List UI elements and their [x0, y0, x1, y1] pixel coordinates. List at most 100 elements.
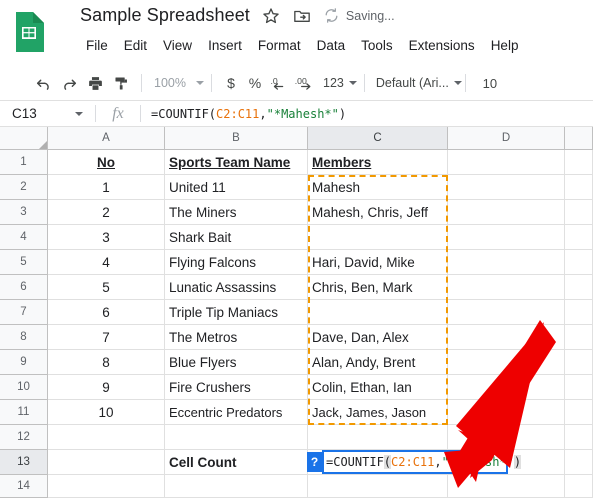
formula-help-badge[interactable]: ? — [307, 452, 322, 472]
cell-A7[interactable]: 6 — [48, 300, 165, 325]
menu-format[interactable]: Format — [250, 35, 309, 56]
cell-E3[interactable] — [565, 200, 593, 225]
cell-D10[interactable] — [448, 375, 565, 400]
cell-A8[interactable]: 7 — [48, 325, 165, 350]
cell-E14[interactable] — [565, 475, 593, 498]
cell-A10[interactable]: 9 — [48, 375, 165, 400]
cell-A14[interactable] — [48, 475, 165, 498]
cell-B6[interactable]: Lunatic Assassins — [165, 275, 308, 300]
cell-E8[interactable] — [565, 325, 593, 350]
menu-data[interactable]: Data — [309, 35, 354, 56]
font-size-input[interactable]: 10 — [473, 71, 507, 95]
row-header-8[interactable]: 8 — [0, 325, 48, 350]
menu-insert[interactable]: Insert — [200, 35, 250, 56]
cell-C14[interactable] — [308, 475, 448, 498]
menu-help[interactable]: Help — [483, 35, 527, 56]
cell-B7[interactable]: Triple Tip Maniacs — [165, 300, 308, 325]
cell-D2[interactable] — [448, 175, 565, 200]
cell-C10[interactable]: Colin, Ethan, Ian — [308, 375, 448, 400]
cell-E9[interactable] — [565, 350, 593, 375]
star-icon[interactable] — [261, 6, 281, 26]
cell-D9[interactable] — [448, 350, 565, 375]
select-all-corner[interactable] — [0, 127, 48, 150]
cell-E6[interactable] — [565, 275, 593, 300]
cell-D3[interactable] — [448, 200, 565, 225]
name-box-chevron-down-icon[interactable] — [75, 111, 83, 116]
cell-D11[interactable] — [448, 400, 565, 425]
cell-E5[interactable] — [565, 250, 593, 275]
number-format-chevron-down-icon[interactable] — [348, 81, 357, 85]
column-header-e[interactable] — [565, 127, 593, 150]
cell-A6[interactable]: 5 — [48, 275, 165, 300]
cell-B11[interactable]: Eccentric Predators — [165, 400, 308, 425]
cell-B14[interactable] — [165, 475, 308, 498]
cell-E10[interactable] — [565, 375, 593, 400]
cell-D1[interactable] — [448, 150, 565, 175]
cell-A4[interactable]: 3 — [48, 225, 165, 250]
column-header-a[interactable]: A — [48, 127, 165, 150]
redo-icon[interactable] — [56, 70, 82, 96]
cell-B13[interactable]: Cell Count — [165, 450, 308, 475]
cell-A11[interactable]: 10 — [48, 400, 165, 425]
cell-B8[interactable]: The Metros — [165, 325, 308, 350]
row-header-3[interactable]: 3 — [0, 200, 48, 225]
document-title[interactable]: Sample Spreadsheet — [80, 5, 250, 26]
row-header-7[interactable]: 7 — [0, 300, 48, 325]
fx-icon[interactable]: fx — [96, 105, 140, 123]
column-header-d[interactable]: D — [448, 127, 565, 150]
cell-B10[interactable]: Fire Crushers — [165, 375, 308, 400]
cell-B3[interactable]: The Miners — [165, 200, 308, 225]
cell-B2[interactable]: United 11 — [165, 175, 308, 200]
cell-C5[interactable]: Hari, David, Mike — [308, 250, 448, 275]
cell-A9[interactable]: 8 — [48, 350, 165, 375]
cell-E13[interactable] — [565, 450, 593, 475]
active-cell-editor[interactable]: =COUNTIF(C2:C11, "*Mahesh*") — [322, 450, 522, 474]
currency-format-button[interactable]: $ — [219, 70, 243, 96]
move-to-folder-icon[interactable] — [292, 6, 312, 26]
row-header-6[interactable]: 6 — [0, 275, 48, 300]
paint-format-icon[interactable] — [108, 70, 134, 96]
cell-A2[interactable]: 1 — [48, 175, 165, 200]
row-header-4[interactable]: 4 — [0, 225, 48, 250]
cell-A12[interactable] — [48, 425, 165, 450]
row-header-1[interactable]: 1 — [0, 150, 48, 175]
increase-decimal-button[interactable]: .00 — [293, 72, 319, 94]
font-family-chevron-down-icon[interactable] — [453, 81, 462, 85]
column-header-b[interactable]: B — [165, 127, 308, 150]
row-header-11[interactable]: 11 — [0, 400, 48, 425]
cell-C1[interactable]: Members — [308, 150, 448, 175]
cell-C8[interactable]: Dave, Dan, Alex — [308, 325, 448, 350]
cell-D6[interactable] — [448, 275, 565, 300]
number-format-button[interactable]: 123 — [319, 71, 357, 95]
cell-D12[interactable] — [448, 425, 565, 450]
cell-C3[interactable]: Mahesh, Chris, Jeff — [308, 200, 448, 225]
cell-B9[interactable]: Blue Flyers — [165, 350, 308, 375]
column-header-c[interactable]: C — [308, 127, 448, 150]
cell-D14[interactable] — [448, 475, 565, 498]
cell-A13[interactable] — [48, 450, 165, 475]
cell-C9[interactable]: Alan, Andy, Brent — [308, 350, 448, 375]
zoom-chevron-down-icon[interactable] — [196, 81, 204, 85]
menu-edit[interactable]: Edit — [116, 35, 155, 56]
cell-C11[interactable]: Jack, James, Jason — [308, 400, 448, 425]
row-header-5[interactable]: 5 — [0, 250, 48, 275]
cell-B1[interactable]: Sports Team Name — [165, 150, 308, 175]
menu-tools[interactable]: Tools — [353, 35, 401, 56]
print-icon[interactable] — [82, 70, 108, 96]
decrease-decimal-button[interactable]: .0 — [267, 72, 293, 94]
font-family-selector[interactable]: Default (Ari... — [372, 71, 462, 95]
menu-file[interactable]: File — [78, 35, 116, 56]
cell-C12[interactable] — [308, 425, 448, 450]
row-header-14[interactable]: 14 — [0, 475, 48, 498]
cell-A3[interactable]: 2 — [48, 200, 165, 225]
cell-D5[interactable] — [448, 250, 565, 275]
cell-E7[interactable] — [565, 300, 593, 325]
cell-C4[interactable] — [308, 225, 448, 250]
cell-B4[interactable]: Shark Bait — [165, 225, 308, 250]
cell-E11[interactable] — [565, 400, 593, 425]
row-header-10[interactable]: 10 — [0, 375, 48, 400]
cell-E2[interactable] — [565, 175, 593, 200]
zoom-level[interactable]: 100% — [149, 71, 191, 95]
cell-E1[interactable] — [565, 150, 593, 175]
percent-format-button[interactable]: % — [243, 70, 267, 96]
